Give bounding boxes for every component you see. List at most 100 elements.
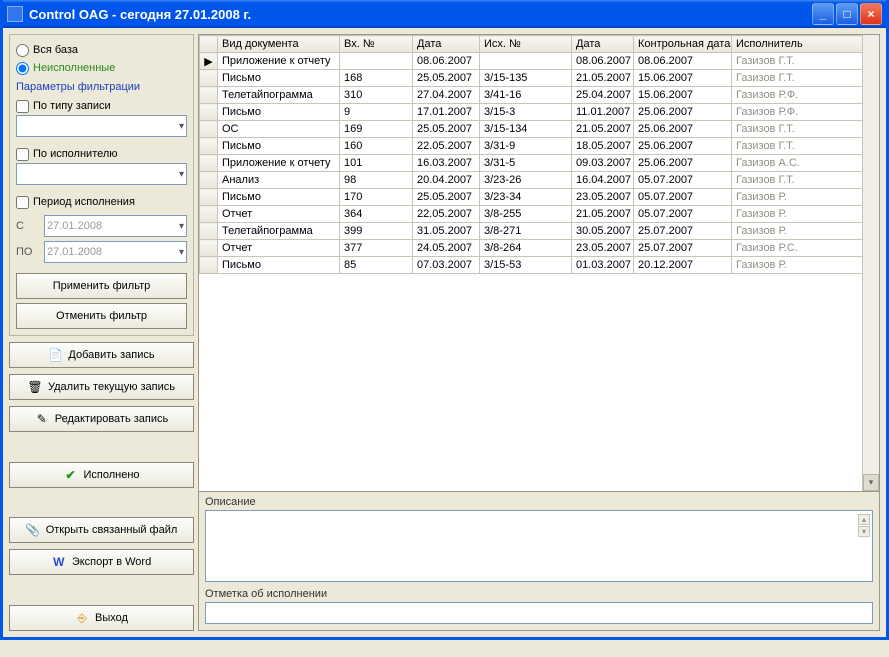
cell-date1: 25.05.2007 bbox=[413, 70, 480, 87]
cell-in-no: 169 bbox=[340, 121, 413, 138]
cell-out-no: 3/31-9 bbox=[480, 138, 572, 155]
check-icon: ✔ bbox=[63, 468, 77, 482]
row-marker bbox=[200, 223, 218, 240]
titlebar[interactable]: Control OAG - сегодня 27.01.2008 г. _ □ … bbox=[3, 0, 886, 28]
add-record-button[interactable]: 📄 Добавить запись bbox=[9, 342, 194, 368]
combo-by-executor[interactable]: ▾ bbox=[16, 163, 187, 185]
cell-executor: Газизов Р.Ф. bbox=[732, 104, 879, 121]
grid-scrollbar[interactable]: ▾ bbox=[862, 35, 879, 491]
data-grid[interactable]: Вид документа Вх. № Дата Исх. № Дата Кон… bbox=[199, 35, 879, 274]
table-row[interactable]: ОС16925.05.20073/15-13421.05.200725.06.2… bbox=[200, 121, 879, 138]
cell-in-no: 98 bbox=[340, 172, 413, 189]
table-row[interactable]: Отчет36422.05.20073/8-25521.05.200705.07… bbox=[200, 206, 879, 223]
row-marker bbox=[200, 257, 218, 274]
grid-corner bbox=[200, 36, 218, 53]
cell-control-date: 15.06.2007 bbox=[634, 87, 732, 104]
open-linked-file-button[interactable]: 📎 Открыть связанный файл bbox=[9, 517, 194, 543]
note-textbox[interactable] bbox=[205, 602, 873, 624]
scope-group: Вся база Неисполненные Параметры фильтра… bbox=[9, 34, 194, 336]
chevron-down-icon: ▾ bbox=[179, 169, 184, 180]
cell-in-no: 9 bbox=[340, 104, 413, 121]
cell-executor: Газизов Р.Ф. bbox=[732, 87, 879, 104]
executed-button[interactable]: ✔ Исполнено bbox=[9, 462, 194, 488]
table-row[interactable]: Приложение к отчету10116.03.20073/31-509… bbox=[200, 155, 879, 172]
window-title: Control OAG - сегодня 27.01.2008 г. bbox=[29, 7, 812, 22]
cell-doc-type: Анализ bbox=[218, 172, 340, 189]
col-date1[interactable]: Дата bbox=[413, 36, 480, 53]
cell-executor: Газизов Р.С. bbox=[732, 240, 879, 257]
col-in-no[interactable]: Вх. № bbox=[340, 36, 413, 53]
cell-out-no: 3/23-34 bbox=[480, 189, 572, 206]
close-button[interactable]: × bbox=[860, 3, 882, 25]
date-to-value: 27.01.2008 bbox=[47, 246, 179, 258]
cell-date1: 22.05.2007 bbox=[413, 206, 480, 223]
scroll-down-icon[interactable]: ▾ bbox=[863, 474, 879, 491]
table-row[interactable]: Письмо17025.05.20073/23-3423.05.200705.0… bbox=[200, 189, 879, 206]
delete-record-button[interactable]: 🗑 Удалить текущую запись bbox=[9, 374, 194, 400]
cell-executor: Газизов Г.Т. bbox=[732, 172, 879, 189]
table-row[interactable]: Отчет37724.05.20073/8-26423.05.200725.07… bbox=[200, 240, 879, 257]
table-row[interactable]: Анализ9820.04.20073/23-2616.04.200705.07… bbox=[200, 172, 879, 189]
table-row[interactable]: Письмо16022.05.20073/31-918.05.200725.06… bbox=[200, 138, 879, 155]
cell-out-no: 3/23-26 bbox=[480, 172, 572, 189]
minimize-button[interactable]: _ bbox=[812, 3, 834, 25]
description-textbox[interactable]: ▴ ▾ bbox=[205, 510, 873, 582]
check-by-executor-label: По исполнителю bbox=[33, 148, 118, 160]
exit-label: Выход bbox=[95, 612, 128, 624]
cell-date2: 01.03.2007 bbox=[572, 257, 634, 274]
row-marker bbox=[200, 87, 218, 104]
cell-date1: 22.05.2007 bbox=[413, 138, 480, 155]
col-out-no[interactable]: Исх. № bbox=[480, 36, 572, 53]
table-row[interactable]: Письмо917.01.20073/15-311.01.200725.06.2… bbox=[200, 104, 879, 121]
attachment-icon: 📎 bbox=[26, 523, 40, 537]
cell-out-no: 3/15-53 bbox=[480, 257, 572, 274]
cell-out-no bbox=[480, 53, 572, 70]
cell-in-no: 377 bbox=[340, 240, 413, 257]
table-row[interactable]: Письмо8507.03.20073/15-5301.03.200720.12… bbox=[200, 257, 879, 274]
grid-body: ▶Приложение к отчету08.06.200708.06.2007… bbox=[200, 53, 879, 274]
cell-date1: 31.05.2007 bbox=[413, 223, 480, 240]
row-marker bbox=[200, 172, 218, 189]
col-doc-type[interactable]: Вид документа bbox=[218, 36, 340, 53]
radio-pending-label: Неисполненные bbox=[33, 62, 115, 74]
col-executor[interactable]: Исполнитель bbox=[732, 36, 879, 53]
radio-pending[interactable] bbox=[16, 62, 29, 75]
cell-control-date: 25.07.2007 bbox=[634, 223, 732, 240]
export-word-button[interactable]: W Экспорт в Word bbox=[9, 549, 194, 575]
cell-date1: 20.04.2007 bbox=[413, 172, 480, 189]
check-by-type[interactable] bbox=[16, 100, 29, 113]
col-control-date[interactable]: Контрольная дата bbox=[634, 36, 732, 53]
cell-doc-type: Письмо bbox=[218, 257, 340, 274]
edit-record-button[interactable]: ✎ Редактировать запись bbox=[9, 406, 194, 432]
check-period[interactable] bbox=[16, 196, 29, 209]
col-date2[interactable]: Дата bbox=[572, 36, 634, 53]
cell-in-no: 168 bbox=[340, 70, 413, 87]
cell-in-no: 399 bbox=[340, 223, 413, 240]
combo-by-type[interactable]: ▾ bbox=[16, 115, 187, 137]
maximize-button[interactable]: □ bbox=[836, 3, 858, 25]
reset-filter-button[interactable]: Отменить фильтр bbox=[16, 303, 187, 329]
cell-date1: 07.03.2007 bbox=[413, 257, 480, 274]
table-row[interactable]: Письмо16825.05.20073/15-13521.05.200715.… bbox=[200, 70, 879, 87]
table-row[interactable]: Телетайпограмма31027.04.20073/41-1625.04… bbox=[200, 87, 879, 104]
row-marker bbox=[200, 240, 218, 257]
check-period-label: Период исполнения bbox=[33, 196, 135, 208]
cell-control-date: 15.06.2007 bbox=[634, 70, 732, 87]
exit-button[interactable]: ⎆ Выход bbox=[9, 605, 194, 631]
date-from-input[interactable]: 27.01.2008 ▾ bbox=[44, 215, 187, 237]
apply-filter-button[interactable]: Применить фильтр bbox=[16, 273, 187, 299]
radio-all-db[interactable] bbox=[16, 44, 29, 57]
cell-in-no: 310 bbox=[340, 87, 413, 104]
cell-date1: 17.01.2007 bbox=[413, 104, 480, 121]
chevron-down-icon: ▾ bbox=[179, 221, 184, 232]
table-row[interactable]: Телетайпограмма39931.05.20073/8-27130.05… bbox=[200, 223, 879, 240]
check-by-executor[interactable] bbox=[16, 148, 29, 161]
cell-control-date: 25.06.2007 bbox=[634, 121, 732, 138]
scroll-down-icon[interactable]: ▾ bbox=[858, 526, 870, 537]
scroll-up-icon[interactable]: ▴ bbox=[858, 514, 870, 525]
date-to-input[interactable]: 27.01.2008 ▾ bbox=[44, 241, 187, 263]
table-row[interactable]: ▶Приложение к отчету08.06.200708.06.2007… bbox=[200, 53, 879, 70]
cell-doc-type: Телетайпограмма bbox=[218, 223, 340, 240]
cell-date2: 21.05.2007 bbox=[572, 206, 634, 223]
cell-doc-type: Отчет bbox=[218, 206, 340, 223]
